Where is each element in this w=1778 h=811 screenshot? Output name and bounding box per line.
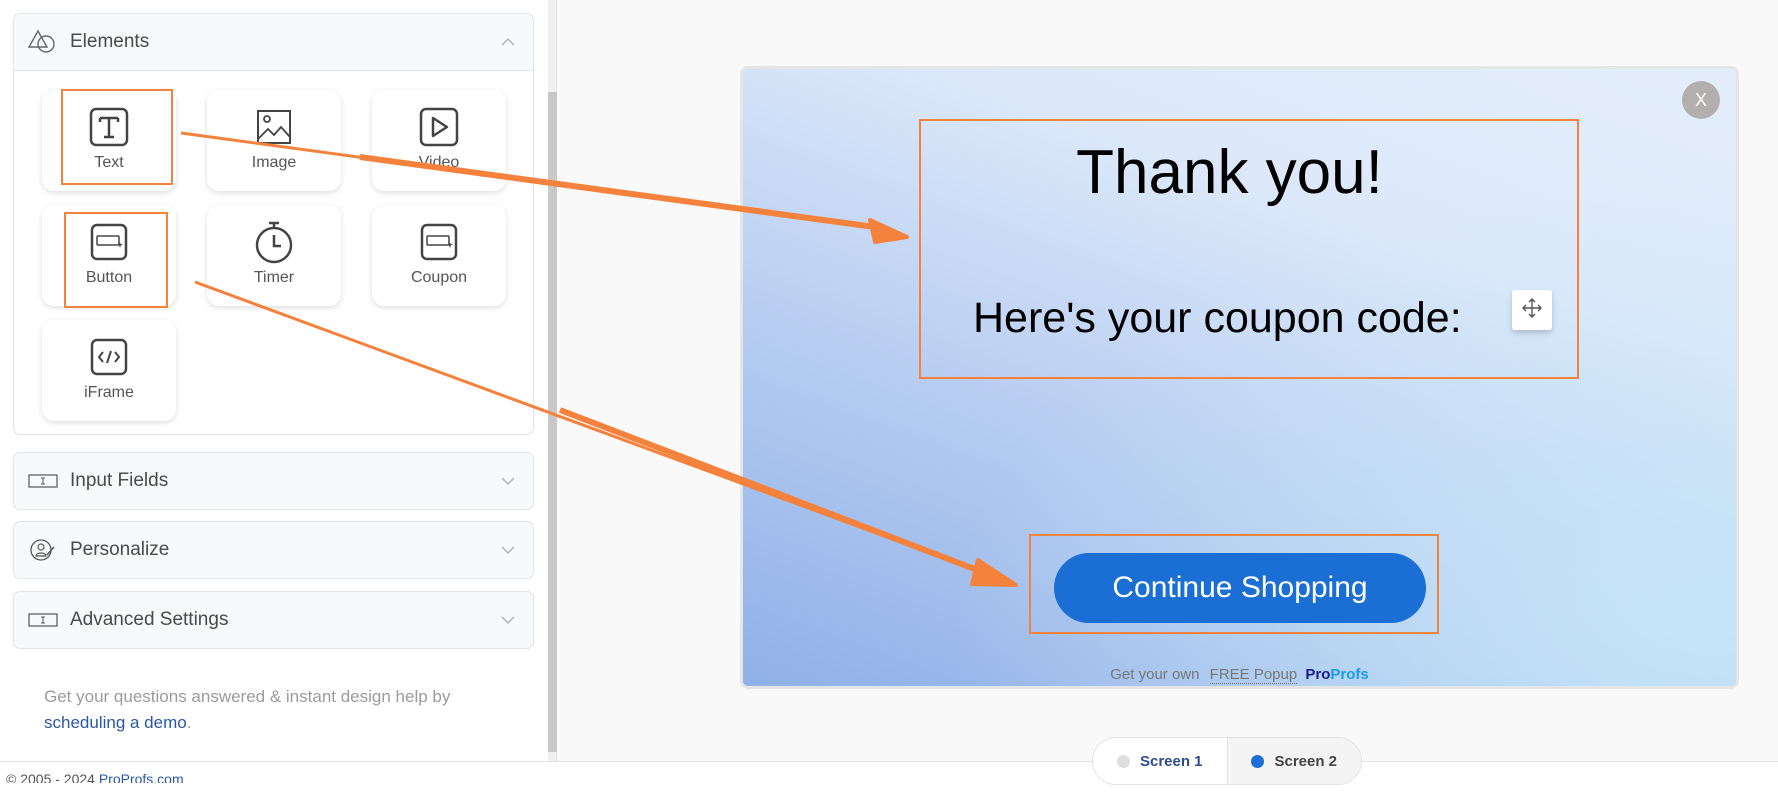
free-popup-link[interactable]: FREE Popup	[1209, 666, 1298, 684]
element-label: Text	[94, 154, 124, 171]
popup-close-button[interactable]: X	[1682, 81, 1720, 119]
element-tile-iframe[interactable]: iFrame	[42, 320, 176, 421]
popup-builder-page: Elements Text Image Video Button Timer C…	[0, 0, 1778, 811]
element-tile-text[interactable]: Text	[42, 90, 176, 191]
personalize-panel-header[interactable]: Personalize	[14, 522, 533, 578]
screen-tabs: Screen 1 Screen 2	[1092, 737, 1362, 785]
personalize-user-icon	[26, 537, 60, 563]
tab-label: Screen 1	[1139, 752, 1203, 770]
element-label: Button	[85, 269, 133, 286]
advanced-settings-panel[interactable]: Advanced Settings	[13, 591, 534, 649]
element-label: Coupon	[410, 269, 468, 286]
shapes-icon	[26, 29, 60, 55]
element-tile-coupon[interactable]: Coupon	[372, 205, 506, 306]
chevron-down-icon[interactable]	[499, 541, 517, 559]
video-play-icon	[417, 106, 461, 148]
coupon-icon	[417, 221, 461, 263]
panel-title: Elements	[70, 31, 150, 52]
panel-title: Advanced Settings	[70, 609, 229, 630]
input-fields-panel-header[interactable]: Input Fields	[14, 453, 533, 509]
screen-status-dot	[1251, 754, 1265, 768]
popup-subtitle[interactable]: Here's your coupon code:	[973, 294, 1462, 343]
sidebar: Elements Text Image Video Button Timer C…	[0, 0, 548, 761]
popup-title[interactable]: Thank you!	[743, 137, 1736, 208]
copyright: © 2005 - 2024 ProProfs.com	[6, 769, 184, 783]
element-label: Timer	[253, 269, 295, 286]
element-tile-video[interactable]: Video	[372, 90, 506, 191]
stopwatch-icon	[252, 221, 296, 264]
help-suffix: .	[186, 713, 192, 732]
branding-prefix: Get your own	[1110, 666, 1200, 683]
footer-divider	[0, 761, 1778, 762]
input-fields-panel[interactable]: Input Fields	[13, 452, 534, 510]
element-tile-image[interactable]: Image	[207, 90, 341, 191]
sidebar-scrollbar-thumb[interactable]	[548, 92, 557, 752]
move-arrows-icon	[1521, 297, 1543, 324]
input-field-icon	[26, 468, 60, 494]
elements-grid: Text Image Video Button Timer Coupon iFr…	[14, 70, 533, 434]
element-label: Image	[251, 154, 297, 171]
element-tile-button[interactable]: Button	[42, 205, 176, 306]
tab-screen-2[interactable]: Screen 2	[1227, 738, 1361, 784]
image-icon	[252, 106, 296, 148]
move-handle[interactable]	[1512, 290, 1552, 330]
input-field-icon	[26, 607, 60, 633]
popup-branding: Get your own FREE Popup ProProfs	[743, 666, 1736, 684]
panel-title: Input Fields	[70, 470, 169, 491]
chevron-up-icon[interactable]	[499, 33, 517, 51]
button-icon	[87, 221, 131, 263]
continue-shopping-button[interactable]: Continue Shopping	[1054, 553, 1426, 623]
text-icon	[87, 106, 131, 148]
chevron-down-icon[interactable]	[499, 611, 517, 629]
element-label: iFrame	[84, 384, 134, 401]
element-label: Video	[418, 154, 460, 171]
proprofs-logo[interactable]: ProProfs	[1305, 666, 1368, 683]
copyright-text: © 2005 - 2024	[6, 771, 95, 783]
panel-title: Personalize	[70, 539, 170, 560]
proprofs-link[interactable]: ProProfs.com	[99, 771, 184, 783]
code-icon	[87, 336, 131, 378]
popup-preview: X Thank you! Here's your coupon code: Co…	[740, 66, 1739, 689]
elements-panel: Elements Text Image Video Button Timer C…	[13, 13, 534, 435]
help-message: Get your questions answered & instant de…	[44, 687, 451, 706]
elements-panel-header[interactable]: Elements	[14, 14, 533, 70]
tab-screen-1[interactable]: Screen 1	[1093, 738, 1228, 784]
help-text: Get your questions answered & instant de…	[44, 684, 514, 736]
advanced-settings-panel-header[interactable]: Advanced Settings	[14, 592, 533, 648]
schedule-demo-link[interactable]: scheduling a demo	[44, 713, 187, 732]
tab-label: Screen 2	[1274, 752, 1338, 770]
element-tile-timer[interactable]: Timer	[207, 205, 341, 306]
chevron-down-icon[interactable]	[499, 472, 517, 490]
sidebar-scrollbar[interactable]	[548, 0, 557, 761]
personalize-panel[interactable]: Personalize	[13, 521, 534, 579]
screen-status-dot	[1116, 754, 1130, 768]
